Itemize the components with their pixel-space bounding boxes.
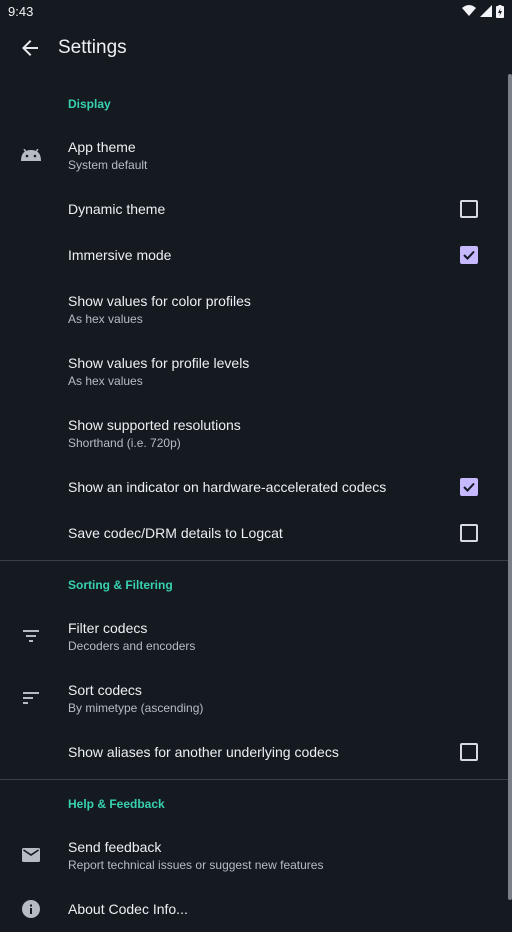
settings-list: Display App theme System default Dynamic… — [0, 84, 508, 932]
divider — [0, 779, 508, 780]
pref-title: Sort codecs — [68, 681, 142, 698]
divider — [0, 560, 508, 561]
status-icons — [462, 4, 504, 18]
scrollbar[interactable] — [508, 74, 512, 900]
filter-icon — [20, 625, 42, 647]
arrow-back-icon — [22, 40, 38, 56]
wifi-icon — [462, 5, 476, 16]
pref-summary: As hex values — [68, 373, 143, 388]
pref-supported-resolutions[interactable]: Show supported resolutions Shorthand (i.… — [0, 402, 508, 464]
pref-title: Show an indicator on hardware-accelerate… — [68, 479, 387, 495]
pref-summary: By mimetype (ascending) — [68, 700, 204, 715]
pref-show-aliases[interactable]: Show aliases for another underlying code… — [0, 729, 508, 775]
pref-immersive-mode[interactable]: Immersive mode — [0, 232, 508, 278]
pref-logcat[interactable]: Save codec/DRM details to Logcat — [0, 510, 508, 556]
battery-icon — [496, 4, 504, 18]
pref-title: Save codec/DRM details to Logcat — [68, 525, 283, 541]
pref-sort-codecs[interactable]: Sort codecs By mimetype (ascending) — [0, 667, 508, 729]
pref-about[interactable]: About Codec Info... — [0, 886, 508, 932]
pref-title: Show values for profile levels — [68, 354, 250, 371]
pref-send-feedback[interactable]: Send feedback Report technical issues or… — [0, 824, 508, 886]
show-aliases-checkbox[interactable] — [460, 743, 478, 761]
status-bar: 9:43 — [0, 0, 512, 22]
logcat-checkbox[interactable] — [460, 524, 478, 542]
android-icon — [20, 144, 42, 166]
pref-hw-indicator[interactable]: Show an indicator on hardware-accelerate… — [0, 464, 508, 510]
status-time: 9:43 — [8, 3, 34, 19]
pref-summary: System default — [68, 157, 148, 172]
section-display-title: Display — [68, 97, 111, 111]
signal-icon — [480, 5, 492, 17]
back-button[interactable] — [4, 22, 56, 74]
pref-title: Immersive mode — [68, 247, 172, 263]
immersive-mode-checkbox[interactable] — [460, 246, 478, 264]
pref-filter-codecs[interactable]: Filter codecs Decoders and encoders — [0, 605, 508, 667]
top-app-bar: Settings — [0, 22, 512, 74]
pref-app-theme[interactable]: App theme System default — [0, 124, 508, 186]
pref-summary: Report technical issues or suggest new f… — [68, 857, 324, 872]
dynamic-theme-checkbox[interactable] — [460, 200, 478, 218]
section-help-title: Help & Feedback — [68, 797, 165, 811]
page-title: Settings — [58, 37, 127, 58]
pref-color-profiles[interactable]: Show values for color profiles As hex va… — [0, 278, 508, 340]
pref-title: Send feedback — [68, 838, 162, 855]
pref-summary: Decoders and encoders — [68, 638, 196, 653]
pref-title: Show aliases for another underlying code… — [68, 744, 339, 760]
pref-dynamic-theme[interactable]: Dynamic theme — [0, 186, 508, 232]
section-sorting-title: Sorting & Filtering — [68, 578, 173, 592]
pref-summary: Shorthand (i.e. 720p) — [68, 435, 181, 450]
pref-title: Show values for color profiles — [68, 292, 251, 309]
pref-title: Show supported resolutions — [68, 416, 241, 433]
pref-profile-levels[interactable]: Show values for profile levels As hex va… — [0, 340, 508, 402]
pref-title: Dynamic theme — [68, 201, 166, 217]
hw-indicator-checkbox[interactable] — [460, 478, 478, 496]
pref-summary: As hex values — [68, 311, 143, 326]
pref-title: App theme — [68, 138, 136, 155]
mail-icon — [20, 844, 42, 866]
pref-title: Filter codecs — [68, 619, 148, 636]
info-icon — [20, 898, 42, 920]
sort-icon — [20, 687, 42, 709]
pref-title: About Codec Info... — [68, 901, 188, 917]
